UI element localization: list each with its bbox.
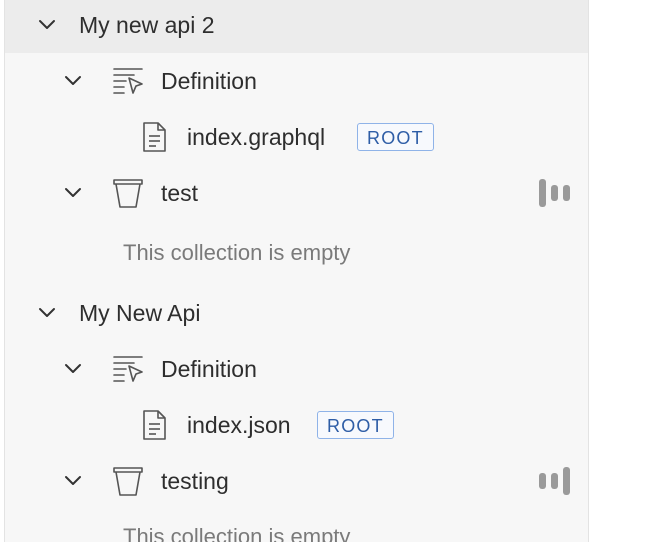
chevron-down-icon[interactable] xyxy=(61,181,85,205)
collection-name: testing xyxy=(161,468,229,494)
root-badge: ROOT xyxy=(317,411,394,439)
definition-list-icon xyxy=(113,68,143,94)
tree-item-collection-testing[interactable]: testing xyxy=(5,453,588,509)
api-tree-panel: My new api 2 Definition index.graphql RO… xyxy=(4,0,589,542)
empty-text: This collection is empty xyxy=(123,524,351,542)
bars-status-icon[interactable] xyxy=(537,177,573,209)
bars-status-icon[interactable] xyxy=(537,465,573,497)
definition-list-icon xyxy=(113,356,143,382)
empty-collection-message: This collection is empty xyxy=(5,509,588,542)
file-name: index.graphql xyxy=(187,124,326,150)
chevron-down-icon[interactable] xyxy=(61,469,85,493)
chevron-down-icon[interactable] xyxy=(61,357,85,381)
empty-text: This collection is empty xyxy=(123,240,351,265)
api-name: My new api 2 xyxy=(79,12,215,38)
chevron-down-icon[interactable] xyxy=(35,301,59,325)
tree-item-definition[interactable]: Definition xyxy=(5,341,588,397)
tree-item-api-my-new-api-2[interactable]: My new api 2 xyxy=(5,0,588,53)
definition-label: Definition xyxy=(161,68,257,94)
tree-item-file-index-graphql[interactable]: index.graphql ROOT xyxy=(5,109,588,165)
tree-item-file-index-json[interactable]: index.json ROOT xyxy=(5,397,588,453)
tree-item-api-my-new-api[interactable]: My New Api xyxy=(5,285,588,341)
collection-name: test xyxy=(161,180,199,206)
empty-collection-message: This collection is empty xyxy=(5,225,588,281)
collection-bucket-icon xyxy=(113,179,143,208)
file-name: index.json xyxy=(187,412,291,438)
chevron-down-icon[interactable] xyxy=(61,69,85,93)
document-icon xyxy=(143,122,166,152)
tree-item-definition[interactable]: Definition xyxy=(5,53,588,109)
api-name: My New Api xyxy=(79,300,201,326)
chevron-down-icon[interactable] xyxy=(35,13,59,37)
collection-bucket-icon xyxy=(113,467,143,496)
root-badge: ROOT xyxy=(357,123,434,151)
tree-item-collection-test[interactable]: test xyxy=(5,165,588,221)
document-icon xyxy=(143,410,166,440)
definition-label: Definition xyxy=(161,356,257,382)
